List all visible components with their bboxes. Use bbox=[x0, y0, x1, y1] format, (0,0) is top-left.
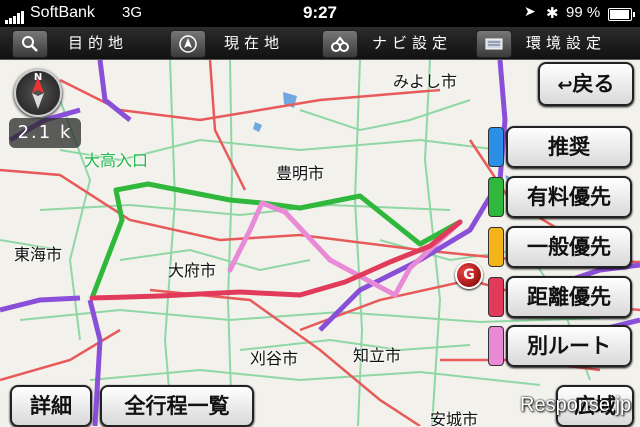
place-label-toyoake: 豊明市 bbox=[276, 164, 325, 183]
environment-settings-icon[interactable] bbox=[476, 30, 512, 58]
place-label-anjo: 安城市 bbox=[430, 410, 479, 426]
route-color-general-priority bbox=[488, 227, 504, 267]
place-label-chiryu: 知立市 bbox=[353, 346, 402, 365]
current-location-icon[interactable] bbox=[170, 30, 206, 58]
place-label-miyoshi: みよし市 bbox=[393, 72, 458, 91]
status-time: 9:27 bbox=[302, 3, 338, 22]
route-color-recommended bbox=[488, 127, 504, 167]
compass-north-label: N bbox=[33, 72, 43, 83]
menu-navi-settings[interactable]: ナビ設定 bbox=[372, 27, 452, 59]
top-menu-bar: 目的地 現在地 ナビ設定 環境設定 bbox=[0, 27, 640, 60]
route-general-priority-button[interactable]: 一般優先 bbox=[506, 226, 632, 268]
menu-environment-settings[interactable]: 環境設定 bbox=[526, 27, 606, 59]
route-color-distance-priority bbox=[488, 277, 504, 317]
route-toll-priority-button[interactable]: 有料優先 bbox=[506, 176, 632, 218]
place-label-obu: 大府市 bbox=[168, 261, 217, 280]
map-scale[interactable]: 2.1 k bbox=[9, 118, 81, 148]
goal-marker[interactable]: G bbox=[455, 261, 483, 289]
route-recommended-button[interactable]: 推奨 bbox=[506, 126, 632, 168]
back-button-label: 戻る bbox=[572, 72, 615, 96]
location-arrow-icon: ➤ bbox=[524, 4, 536, 20]
navi-settings-icon[interactable] bbox=[322, 30, 358, 58]
back-arrow-icon: ↩ bbox=[557, 75, 573, 96]
compass-icon[interactable]: N bbox=[14, 69, 62, 117]
battery-icon bbox=[608, 8, 635, 21]
full-route-list-button[interactable]: 全行程一覧 bbox=[100, 385, 254, 427]
place-label-kariya: 刈谷市 bbox=[250, 349, 299, 368]
back-button[interactable]: ↩戻る bbox=[538, 62, 634, 106]
route-alternate-button[interactable]: 別ルート bbox=[506, 325, 632, 367]
status-bar: SoftBank 3G 9:27 ➤ ✱ 99 % bbox=[0, 0, 640, 27]
route-distance-priority-button[interactable]: 距離優先 bbox=[506, 276, 632, 318]
bluetooth-icon: ✱ bbox=[546, 4, 559, 22]
search-icon[interactable] bbox=[12, 30, 48, 58]
route-color-alternate bbox=[488, 326, 504, 366]
details-button[interactable]: 詳細 bbox=[10, 385, 92, 427]
route-color-toll-priority bbox=[488, 177, 504, 217]
place-label-tokai: 東海市 bbox=[14, 245, 63, 264]
place-label-otaka-iriguchi: 大高入口 bbox=[84, 151, 149, 170]
menu-destination[interactable]: 目的地 bbox=[68, 27, 128, 59]
menu-current-location[interactable]: 現在地 bbox=[224, 27, 284, 59]
watermark: Response.jp bbox=[520, 394, 632, 416]
battery-percent: 99 % bbox=[566, 4, 601, 21]
